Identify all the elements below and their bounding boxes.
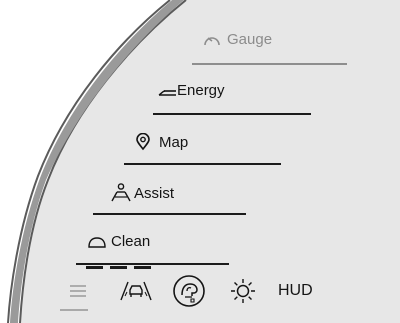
menu-lines-underline xyxy=(60,309,88,311)
menu-item-assist-label: Assist xyxy=(134,184,175,202)
gauge-underline xyxy=(192,63,347,65)
menu-item-energy[interactable]: Energy xyxy=(157,82,225,99)
menu-item-map[interactable]: Map xyxy=(135,133,188,151)
car-lane-icon xyxy=(118,279,154,308)
energy-underline xyxy=(153,113,311,115)
menu-item-energy-label: Energy xyxy=(177,82,225,99)
energy-icon xyxy=(157,84,177,98)
driver-profile-icon xyxy=(172,274,206,313)
page-dash xyxy=(86,266,103,269)
car-lane-button[interactable] xyxy=(116,279,156,307)
menu-item-gauge-label: Gauge xyxy=(227,31,273,48)
menu-item-gauge[interactable]: Gauge xyxy=(203,31,272,48)
clean-icon xyxy=(87,235,107,249)
page-dash xyxy=(110,266,127,269)
clean-underline xyxy=(76,263,229,265)
brightness-icon xyxy=(229,277,257,310)
menu-item-assist[interactable]: Assist xyxy=(110,183,174,203)
map-underline xyxy=(124,163,281,165)
menu-item-clean[interactable]: Clean xyxy=(87,233,150,250)
menu-lines-icon xyxy=(68,283,88,304)
map-pin-icon xyxy=(135,133,151,151)
driver-profile-button[interactable] xyxy=(171,274,207,313)
hud-menu-screen: Gauge Energy Map Assist Clean HUD xyxy=(0,0,400,323)
page-dash xyxy=(134,266,151,269)
gauge-icon xyxy=(203,32,221,48)
hud-button[interactable]: HUD xyxy=(278,282,313,300)
menu-lines-button[interactable] xyxy=(66,282,90,304)
page-indicator-dashes xyxy=(86,266,151,269)
assist-icon xyxy=(110,183,132,203)
brightness-button[interactable] xyxy=(228,278,258,308)
menu-item-map-label: Map xyxy=(159,133,189,151)
assist-underline xyxy=(93,213,246,215)
menu-item-clean-label: Clean xyxy=(111,233,151,250)
